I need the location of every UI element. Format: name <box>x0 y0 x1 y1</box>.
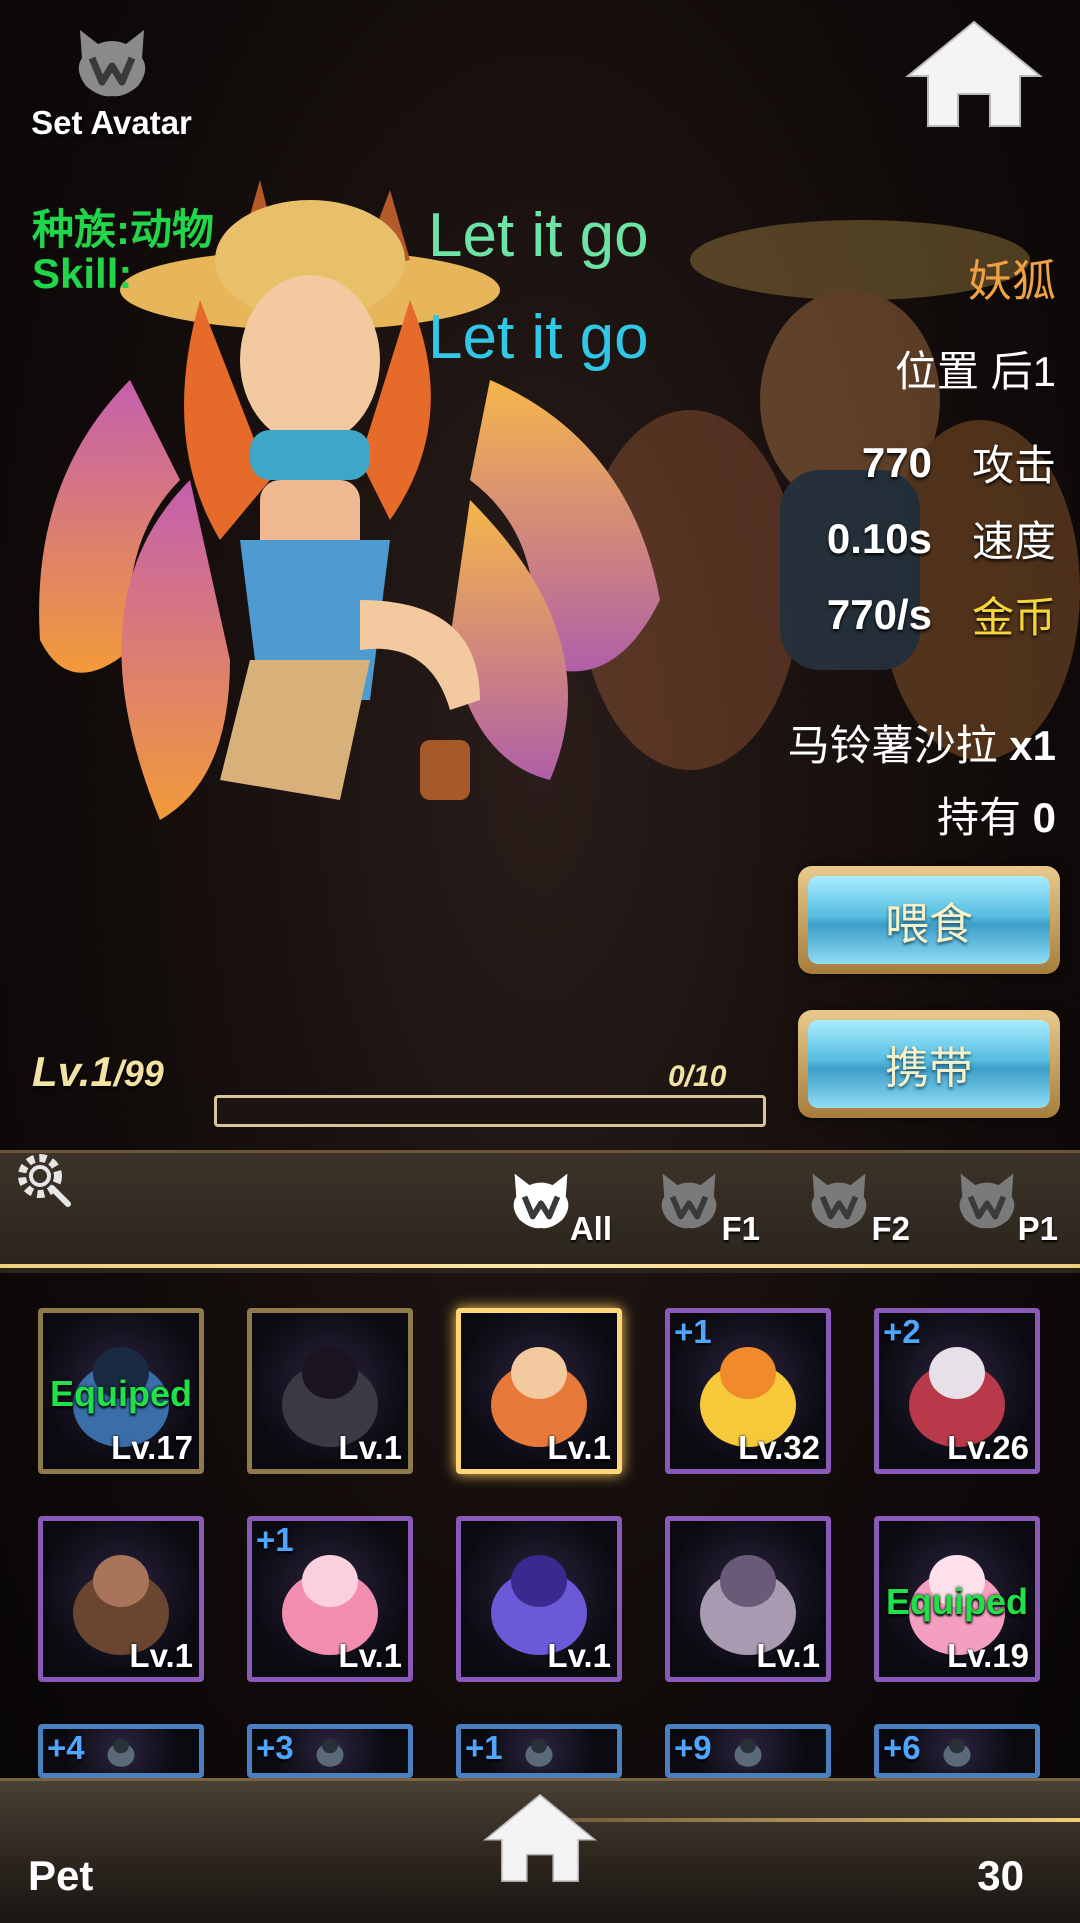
set-avatar-button[interactable]: Set Avatar <box>24 24 199 164</box>
wolf-filter-icon <box>959 1173 1015 1229</box>
stat-value: 770/s <box>826 590 932 638</box>
home-icon[interactable] <box>482 1790 598 1886</box>
pet-level: Lv.1 <box>338 1429 402 1466</box>
pet-card[interactable]: +9 <box>665 1724 831 1778</box>
pet-card[interactable]: +4 <box>38 1724 204 1778</box>
pet-name: 妖狐 <box>968 257 1056 306</box>
motto-line-2: Let it go <box>428 303 649 372</box>
stat-label: 速度 <box>971 518 1056 565</box>
set-avatar-label: Set Avatar <box>31 104 192 141</box>
filter-tab-p1[interactable]: P1 <box>954 1168 1064 1248</box>
pet-plus-badge: +2 <box>883 1313 921 1350</box>
motto-line-1: Let it go <box>428 201 649 270</box>
pet-level: Lv.1 <box>547 1429 611 1466</box>
carry-button-label: 携带 <box>808 1020 1050 1108</box>
pet-level: Lv.1 <box>756 1637 820 1674</box>
filter-tab-f1[interactable]: F1 <box>656 1168 766 1248</box>
food-requirement: 马铃薯沙拉 x1 <box>788 712 1056 773</box>
pet-section-label: Pet <box>28 1852 94 1899</box>
filter-bar-divider <box>0 1264 1080 1268</box>
pet-plus-badge: +4 <box>47 1729 85 1766</box>
hold-label: 持有 <box>936 794 1021 841</box>
stat-attack: 770 攻击 <box>802 432 1056 493</box>
pet-equipped-badge: Equiped <box>50 1373 192 1414</box>
food-owned: 持有 0 <box>937 784 1056 845</box>
pet-card[interactable]: +1 Lv.32 <box>665 1308 831 1474</box>
filter-tab-all[interactable]: All <box>508 1168 618 1248</box>
filter-tab-label: F2 <box>871 1210 910 1247</box>
filter-tab-label: All <box>569 1210 612 1247</box>
pet-card[interactable]: +6 <box>874 1724 1040 1778</box>
feed-button[interactable]: 喂食 <box>798 866 1060 974</box>
filter-tab-label: F1 <box>721 1210 760 1247</box>
pet-card[interactable]: Equiped Lv.19 <box>874 1516 1040 1682</box>
pet-card[interactable]: Lv.1 <box>247 1308 413 1474</box>
food-item: 马铃薯沙拉 <box>787 722 998 769</box>
pet-level: Lv.1 <box>547 1637 611 1674</box>
feed-button-label: 喂食 <box>808 876 1050 964</box>
pet-card[interactable]: +1 Lv.1 <box>247 1516 413 1682</box>
level-max: /99 <box>113 1053 164 1094</box>
pet-card[interactable]: +2 Lv.26 <box>874 1308 1040 1474</box>
level-label: Lv.1/99 <box>32 1048 164 1096</box>
pet-plus-badge: +9 <box>674 1729 712 1766</box>
pet-level: Lv.17 <box>111 1429 193 1466</box>
pet-level: Lv.1 <box>338 1637 402 1674</box>
pet-card[interactable]: +1 <box>456 1724 622 1778</box>
stat-speed: 0.10s 速度 <box>802 508 1056 569</box>
exp-progress-bar <box>214 1095 766 1127</box>
pet-plus-badge: +1 <box>256 1521 294 1558</box>
food-qty: x1 <box>1009 722 1056 769</box>
race-label: 种族:动物 <box>32 206 214 253</box>
pet-plus-badge: +3 <box>256 1729 294 1766</box>
pet-level: Lv.1 <box>129 1637 193 1674</box>
pet-card[interactable]: Lv.1 <box>665 1516 831 1682</box>
pet-level: Lv.19 <box>947 1637 1029 1674</box>
wolf-filter-icon <box>661 1173 717 1229</box>
position-label: 位置 后1 <box>894 348 1056 395</box>
level-current: Lv.1 <box>32 1048 114 1095</box>
stat-gold: 770/s 金币 <box>802 584 1056 645</box>
stat-label: 金币 <box>971 594 1056 641</box>
pet-level: Lv.26 <box>947 1429 1029 1466</box>
wolf-filter-icon <box>811 1173 867 1229</box>
home-icon[interactable] <box>904 18 1044 130</box>
wolf-logo-icon <box>78 30 145 97</box>
exp-text: 0/10 <box>668 1060 727 1093</box>
pet-card[interactable]: Lv.1 <box>38 1516 204 1682</box>
wolf-filter-icon <box>513 1173 569 1229</box>
pet-equipped-badge: Equiped <box>886 1581 1028 1622</box>
carry-button[interactable]: 携带 <box>798 1010 1060 1118</box>
pet-plus-badge: +1 <box>674 1313 712 1350</box>
stat-value: 0.10s <box>826 514 932 562</box>
filter-tab-label: P1 <box>1017 1210 1058 1247</box>
pet-card[interactable]: Lv.1 <box>456 1308 622 1474</box>
pet-count: 30 <box>977 1852 1024 1899</box>
pet-plus-badge: +1 <box>465 1729 503 1766</box>
skill-label: Skill: <box>32 250 133 297</box>
pet-card[interactable]: +3 <box>247 1724 413 1778</box>
stat-label: 攻击 <box>971 442 1056 489</box>
hold-value: 0 <box>1032 794 1056 841</box>
pet-card[interactable]: Equiped Lv.17 <box>38 1308 204 1474</box>
settings-gear-icon[interactable] <box>10 1146 74 1210</box>
filter-tab-f2[interactable]: F2 <box>806 1168 916 1248</box>
pet-level: Lv.32 <box>738 1429 820 1466</box>
bottom-bar-divider <box>540 1818 1080 1822</box>
stat-value: 770 <box>861 438 932 486</box>
pet-plus-badge: +6 <box>883 1729 921 1766</box>
pet-card[interactable]: Lv.1 <box>456 1516 622 1682</box>
